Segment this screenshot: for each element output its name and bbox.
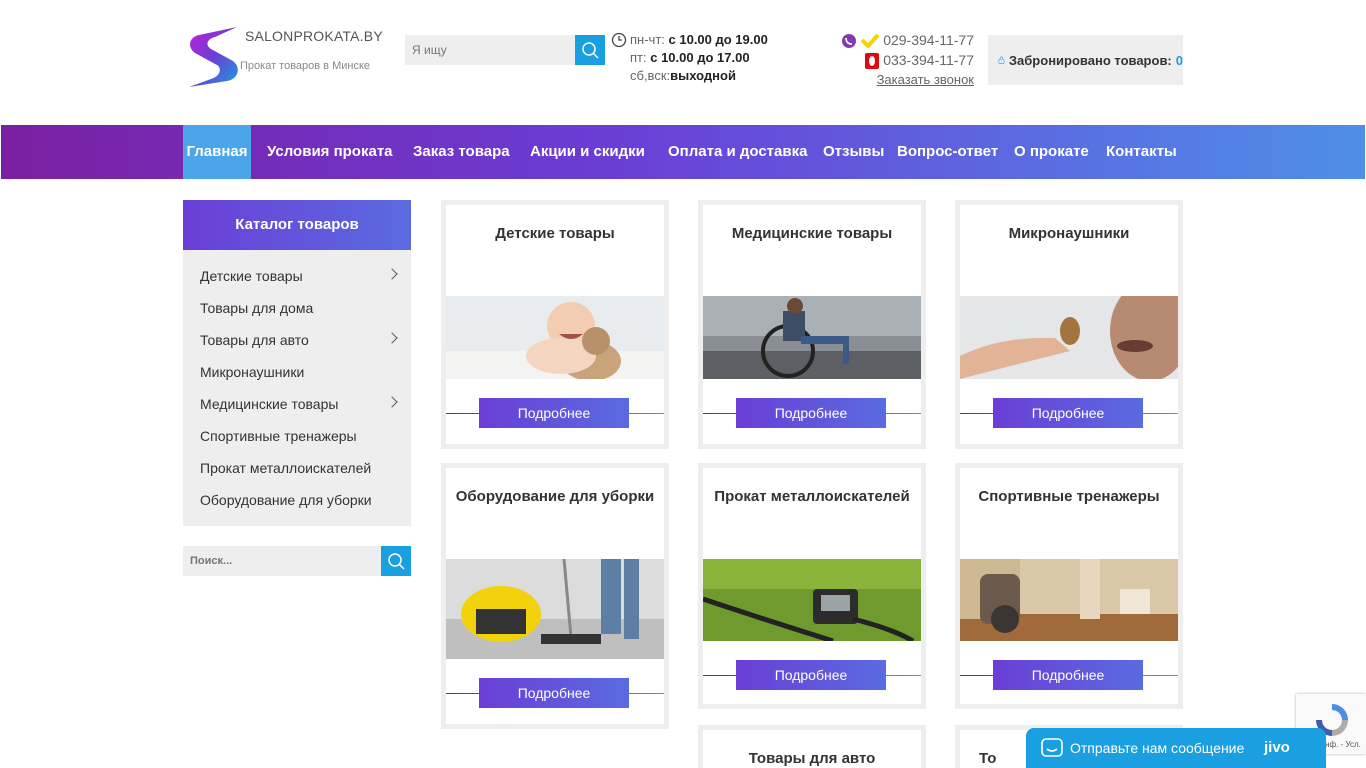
- phone-2[interactable]: 033-394-11-77: [832, 50, 974, 70]
- card-details-button[interactable]: Подробнее: [479, 678, 629, 708]
- logo-name: SALONPROKATA.BY: [245, 28, 383, 44]
- nav-rental-terms[interactable]: Условия проката: [267, 125, 393, 179]
- nav-faq[interactable]: Вопрос-ответ: [897, 125, 998, 179]
- catalog-item-auto[interactable]: Товары для авто: [200, 332, 309, 348]
- card-image-exercise-bike[interactable]: [960, 559, 1178, 641]
- card-title: Микронаушники: [1008, 225, 1130, 242]
- chevron-right-icon[interactable]: [386, 268, 398, 280]
- hours-weekend-label: сб,вск:: [630, 68, 671, 83]
- phone-1-number: 029-394-11-77: [883, 32, 974, 48]
- hours-weekday-value: с 10.00 до 19.00: [668, 32, 768, 47]
- header-search-button[interactable]: [575, 35, 605, 65]
- card-image-wheelchair[interactable]: [703, 296, 921, 379]
- card-image-baby[interactable]: [446, 296, 664, 379]
- category-card-auto[interactable]: Товары для авто: [698, 725, 926, 768]
- card-details-button[interactable]: Подробнее: [993, 398, 1143, 428]
- hours-weekday-label: пн-чт:: [630, 32, 665, 47]
- chevron-right-icon[interactable]: [386, 396, 398, 408]
- chat-icon: [1041, 738, 1063, 757]
- card-title: Товары для авто: [748, 750, 876, 767]
- category-card-medical[interactable]: Медицинские товары Подробнее: [698, 200, 926, 449]
- header-search: [405, 35, 605, 65]
- catalog-title: Каталог товаров: [183, 200, 411, 250]
- phones-block: 029-394-11-77 033-394-11-77 Заказать зво…: [832, 30, 974, 90]
- card-details-button[interactable]: Подробнее: [479, 398, 629, 428]
- catalog-list: Детские товары Товары для дома Товары дл…: [183, 250, 411, 526]
- chat-brand: jivo: [1264, 739, 1290, 756]
- chevron-right-icon[interactable]: [386, 332, 398, 344]
- nav-promotions[interactable]: Акции и скидки: [530, 125, 645, 179]
- card-image-metal-detector[interactable]: [703, 559, 921, 641]
- lock-icon: [998, 56, 1005, 64]
- chat-widget[interactable]: Отправьте нам сообщение jivo: [1026, 728, 1326, 768]
- chat-label: Отправьте нам сообщение: [1070, 740, 1245, 756]
- hours-weekend-value: выходной: [670, 68, 736, 83]
- booked-label: Забронировано товаров:: [1008, 52, 1172, 68]
- working-hours: пн-чт: с 10.00 до 19.00 пт: с 10.00 до 1…: [611, 31, 768, 85]
- card-title: Прокат металлоискателей: [714, 488, 910, 505]
- search-icon: [388, 553, 405, 570]
- callback-link[interactable]: Заказать звонок: [832, 70, 974, 90]
- card-details-button[interactable]: Подробнее: [736, 660, 886, 690]
- card-details-button[interactable]: Подробнее: [993, 660, 1143, 690]
- catalog-item-kids[interactable]: Детские товары: [200, 268, 303, 284]
- catalog-item-metal-detectors[interactable]: Прокат металлоискателей: [200, 460, 371, 476]
- booked-items[interactable]: Забронировано товаров: 0: [988, 35, 1183, 85]
- catalog-item-cleaning[interactable]: Оборудование для уборки: [200, 492, 372, 508]
- nav-order[interactable]: Заказ товара: [413, 125, 510, 179]
- catalog-item-medical[interactable]: Медицинские товары: [200, 396, 338, 412]
- card-title: Медицинские товары: [731, 225, 893, 242]
- category-card-sport[interactable]: Спортивные тренажеры Подробнее: [955, 463, 1183, 709]
- card-details-button[interactable]: Подробнее: [736, 398, 886, 428]
- logo-s-icon: [189, 27, 238, 87]
- card-image-vacuum[interactable]: [446, 559, 664, 659]
- header-search-input[interactable]: [405, 35, 575, 65]
- card-title: Спортивные тренажеры: [978, 488, 1160, 505]
- sidebar-search: [183, 546, 411, 576]
- sidebar-search-button[interactable]: [381, 546, 411, 576]
- booked-count: 0: [1175, 52, 1183, 68]
- card-title: Детские товары: [495, 225, 615, 242]
- hours-friday-label: пт:: [630, 50, 647, 65]
- velcom-icon: [861, 34, 880, 49]
- main-nav: Главная Условия проката Заказ товара Акц…: [1, 125, 1365, 179]
- category-card-cleaning[interactable]: Оборудование для уборки Подробнее: [441, 463, 669, 729]
- sidebar-search-input[interactable]: [183, 546, 381, 576]
- card-image-earphone[interactable]: [960, 296, 1178, 379]
- catalog-item-home[interactable]: Товары для дома: [200, 300, 313, 316]
- mts-icon: [865, 53, 880, 70]
- site-logo[interactable]: SALONPROKATA.BY Прокат товаров в Минске: [187, 25, 383, 89]
- nav-contacts[interactable]: Контакты: [1106, 125, 1177, 179]
- category-card-kids[interactable]: Детские товары Подробнее: [441, 200, 669, 449]
- nav-payment-delivery[interactable]: Оплата и доставка: [668, 125, 807, 179]
- catalog-item-sport[interactable]: Спортивные тренажеры: [200, 428, 357, 444]
- clock-icon: [611, 32, 627, 48]
- nav-home[interactable]: Главная: [183, 125, 251, 179]
- catalog-item-micro-earphones[interactable]: Микронаушники: [200, 364, 304, 380]
- category-card-micro-earphones[interactable]: Микронаушники Подробнее: [955, 200, 1183, 449]
- phone-2-number: 033-394-11-77: [883, 52, 974, 68]
- card-title: Оборудование для уборки: [455, 488, 655, 505]
- category-card-metal-detectors[interactable]: Прокат металлоискателей Подробнее: [698, 463, 926, 709]
- logo-tagline: Прокат товаров в Минске: [240, 60, 371, 72]
- hours-friday-value: с 10.00 до 17.00: [650, 50, 750, 65]
- nav-reviews[interactable]: Отзывы: [823, 125, 884, 179]
- nav-about[interactable]: О прокате: [1014, 125, 1089, 179]
- phone-1[interactable]: 029-394-11-77: [832, 30, 974, 50]
- search-icon: [582, 42, 599, 59]
- viber-icon: [842, 34, 857, 49]
